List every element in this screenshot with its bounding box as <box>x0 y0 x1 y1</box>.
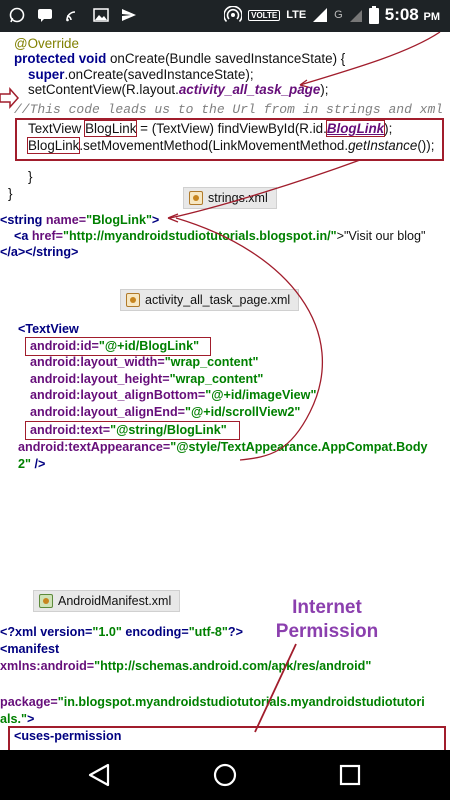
clock: 5:08 PM <box>384 5 440 24</box>
signal-icon-2 <box>349 10 362 22</box>
status-bar: VOLTE LTE G 5:08 PM <box>0 0 450 32</box>
message-icon <box>38 9 52 22</box>
notification-icons <box>8 7 138 23</box>
tutorial-screenshot: @Override protected void onCreate(Bundle… <box>0 32 450 750</box>
volte-badge: VOLTE <box>248 9 281 21</box>
gallery-icon <box>93 8 109 22</box>
back-icon[interactable] <box>70 750 130 800</box>
pointer-line <box>254 643 297 733</box>
pointer-line <box>169 159 361 219</box>
signal-icon <box>313 8 328 22</box>
cast-icon <box>66 11 76 22</box>
pointer-line <box>299 32 441 86</box>
arrow-icon <box>0 87 20 109</box>
pointer-line <box>175 217 324 461</box>
send-icon <box>122 9 136 21</box>
lte-label: LTE <box>286 9 307 21</box>
home-icon[interactable] <box>195 750 255 800</box>
annotation-arrows <box>0 32 441 733</box>
hotspot-icon <box>224 6 243 23</box>
navigation-bar <box>0 750 450 800</box>
whatsapp-icon <box>9 7 25 23</box>
network-g-label: G <box>334 9 343 21</box>
system-icons: VOLTE LTE G 5:08 PM <box>224 5 440 25</box>
battery-icon <box>368 6 379 24</box>
recents-icon[interactable] <box>320 750 380 800</box>
